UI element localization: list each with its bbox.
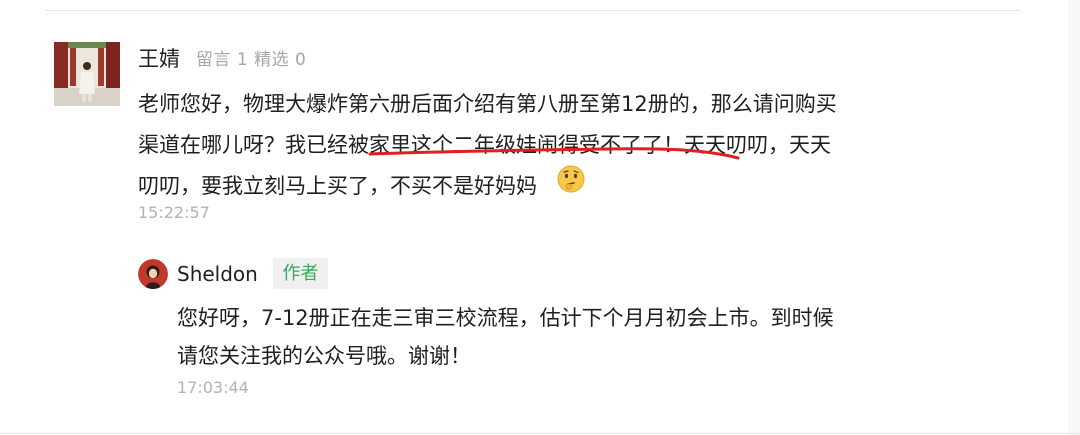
top-divider: [45, 10, 1020, 11]
thinking-face-emoji-icon: [557, 165, 585, 193]
reply-avatar[interactable]: [138, 259, 168, 289]
red-underline-annotation: [368, 147, 740, 160]
comment-stats: 留言 1 精选 0: [196, 50, 307, 70]
author-badge: 作者: [273, 258, 328, 289]
reply-avatar-icon: [138, 259, 168, 289]
bottom-divider: [0, 433, 1080, 434]
reply-timestamp: 17:03:44: [177, 378, 249, 397]
reply-username[interactable]: Sheldon: [177, 261, 258, 287]
comment-line-1: 老师您好，物理大爆炸第六册后面介绍有第八册至第12册的，那么请问购买: [138, 92, 837, 116]
reply-body: 您好呀，7-12册正在走三审三校流程，估计下个月月初会上市。到时候 请您关注我的…: [177, 299, 897, 375]
reply-line-1: 您好呀，7-12册正在走三审三校流程，估计下个月月初会上市。到时候: [177, 306, 834, 330]
reply-line-2: 请您关注我的公众号哦。谢谢！: [177, 344, 471, 368]
right-edge-strip: [1068, 0, 1080, 435]
avatar-photo-icon: [54, 42, 120, 106]
comment-timestamp: 15:22:57: [138, 203, 210, 222]
comment-line-3: 叨叨，要我立刻马上买了，不买不是好妈妈: [138, 174, 537, 198]
comment-username[interactable]: 王婧: [138, 45, 180, 73]
avatar[interactable]: [54, 42, 120, 106]
